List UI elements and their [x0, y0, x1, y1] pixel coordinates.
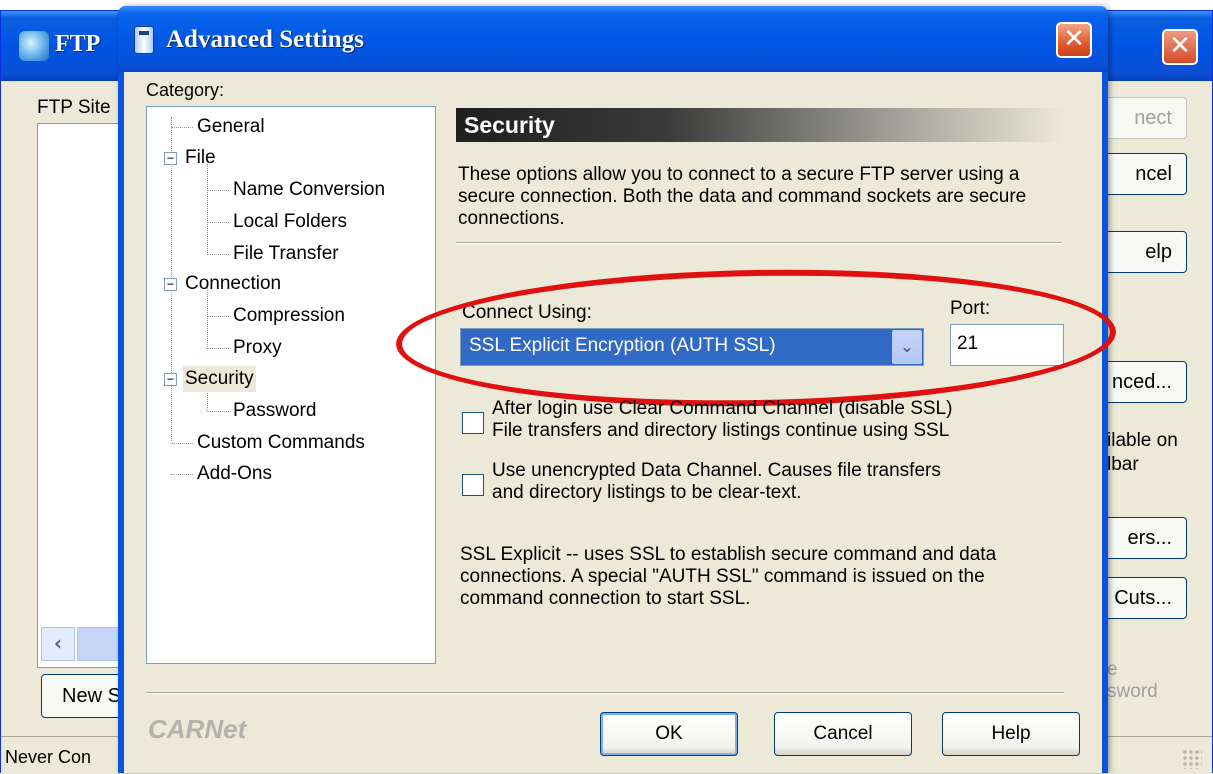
- tree-connector: [207, 222, 229, 223]
- tree-item-connection[interactable]: Connection: [185, 271, 281, 297]
- disabled-option-text: e: [1107, 659, 1118, 680]
- dialog-titlebar[interactable]: Advanced Settings ✕: [118, 6, 1108, 72]
- help-button[interactable]: Help: [942, 712, 1080, 756]
- cancel-button[interactable]: Cancel: [774, 712, 912, 756]
- ftp-window-title: FTP: [55, 31, 101, 57]
- tree-connector: [207, 190, 229, 191]
- tree-item-local-folders[interactable]: Local Folders: [233, 209, 347, 235]
- port-input[interactable]: 21: [950, 324, 1064, 366]
- status-text: Never Con: [5, 747, 92, 767]
- clear-command-channel-checkbox[interactable]: [462, 412, 484, 434]
- collapse-connection-icon[interactable]: −: [164, 278, 177, 291]
- clear-command-channel-label: After login use Clear Command Channel (d…: [492, 398, 953, 419]
- disabled-password-text: sword: [1107, 681, 1158, 702]
- toolbar-available-text-2: lbar: [1107, 454, 1139, 475]
- divider: [456, 242, 1062, 244]
- tree-connector: [207, 411, 229, 412]
- tree-item-name-conversion[interactable]: Name Conversion: [233, 177, 385, 203]
- clear-command-channel-note: File transfers and directory listings co…: [492, 420, 950, 441]
- settings-icon: [134, 26, 154, 54]
- connect-using-label: Connect Using:: [462, 302, 592, 323]
- tree-item-add-ons[interactable]: Add-Ons: [197, 461, 272, 487]
- carnet-logo: CARNet: [148, 714, 247, 744]
- section-description: These options allow you to connect to a …: [458, 164, 1027, 229]
- ftp-sites-label: FTP Site: [37, 97, 111, 118]
- unencrypted-data-channel-label: Use unencrypted Data Channel. Causes fil…: [492, 460, 941, 481]
- tree-connector: [171, 443, 193, 444]
- dialog-title: Advanced Settings: [166, 26, 364, 53]
- resize-grip-icon[interactable]: [1182, 749, 1202, 769]
- tree-item-security[interactable]: Security: [183, 366, 256, 392]
- tree-item-file[interactable]: File: [185, 145, 216, 171]
- tree-item-proxy[interactable]: Proxy: [233, 335, 282, 361]
- collapse-security-icon[interactable]: −: [164, 373, 177, 386]
- footer-divider: [146, 692, 1064, 694]
- dialog-body: Category: − − − General File Name Conver…: [124, 72, 1118, 773]
- tree-connector: [207, 316, 229, 317]
- unencrypted-data-channel-note: and directory listings to be clear-text.: [492, 482, 802, 503]
- ok-button[interactable]: OK: [600, 712, 738, 756]
- category-label: Category:: [146, 80, 225, 100]
- ssl-explanation-text: SSL Explicit -- uses SSL to establish se…: [460, 544, 997, 609]
- tree-item-general[interactable]: General: [197, 114, 265, 140]
- port-label: Port:: [950, 298, 991, 319]
- chevron-down-icon[interactable]: ⌄: [892, 330, 922, 364]
- tree-connector: [207, 348, 229, 349]
- category-tree[interactable]: − − − General File Name Conversion Local…: [146, 106, 436, 664]
- ftp-app-icon: [19, 31, 49, 61]
- tree-connector: [171, 127, 193, 128]
- advanced-settings-dialog: Advanced Settings ✕ Category: − − − Gene: [118, 6, 1118, 773]
- section-header: Security: [456, 108, 1064, 142]
- connect-using-value: SSL Explicit Encryption (AUTH SSL): [469, 335, 776, 356]
- scroll-left-arrow-icon[interactable]: ‹: [41, 627, 75, 661]
- connect-using-dropdown[interactable]: SSL Explicit Encryption (AUTH SSL) ⌄: [460, 328, 924, 366]
- tree-item-file-transfer[interactable]: File Transfer: [233, 241, 339, 267]
- tree-item-custom-commands[interactable]: Custom Commands: [197, 430, 365, 456]
- toolbar-available-text: ilable on: [1107, 430, 1178, 451]
- tree-connector: [207, 254, 229, 255]
- tree-item-compression[interactable]: Compression: [233, 303, 345, 329]
- tree-connector: [171, 474, 193, 475]
- collapse-file-icon[interactable]: −: [164, 152, 177, 165]
- unencrypted-data-channel-checkbox[interactable]: [462, 474, 484, 496]
- dialog-close-button[interactable]: ✕: [1056, 22, 1092, 58]
- tree-connector: [207, 159, 208, 255]
- ftp-window-close-button[interactable]: ✕: [1162, 29, 1198, 65]
- tree-item-password[interactable]: Password: [233, 398, 316, 424]
